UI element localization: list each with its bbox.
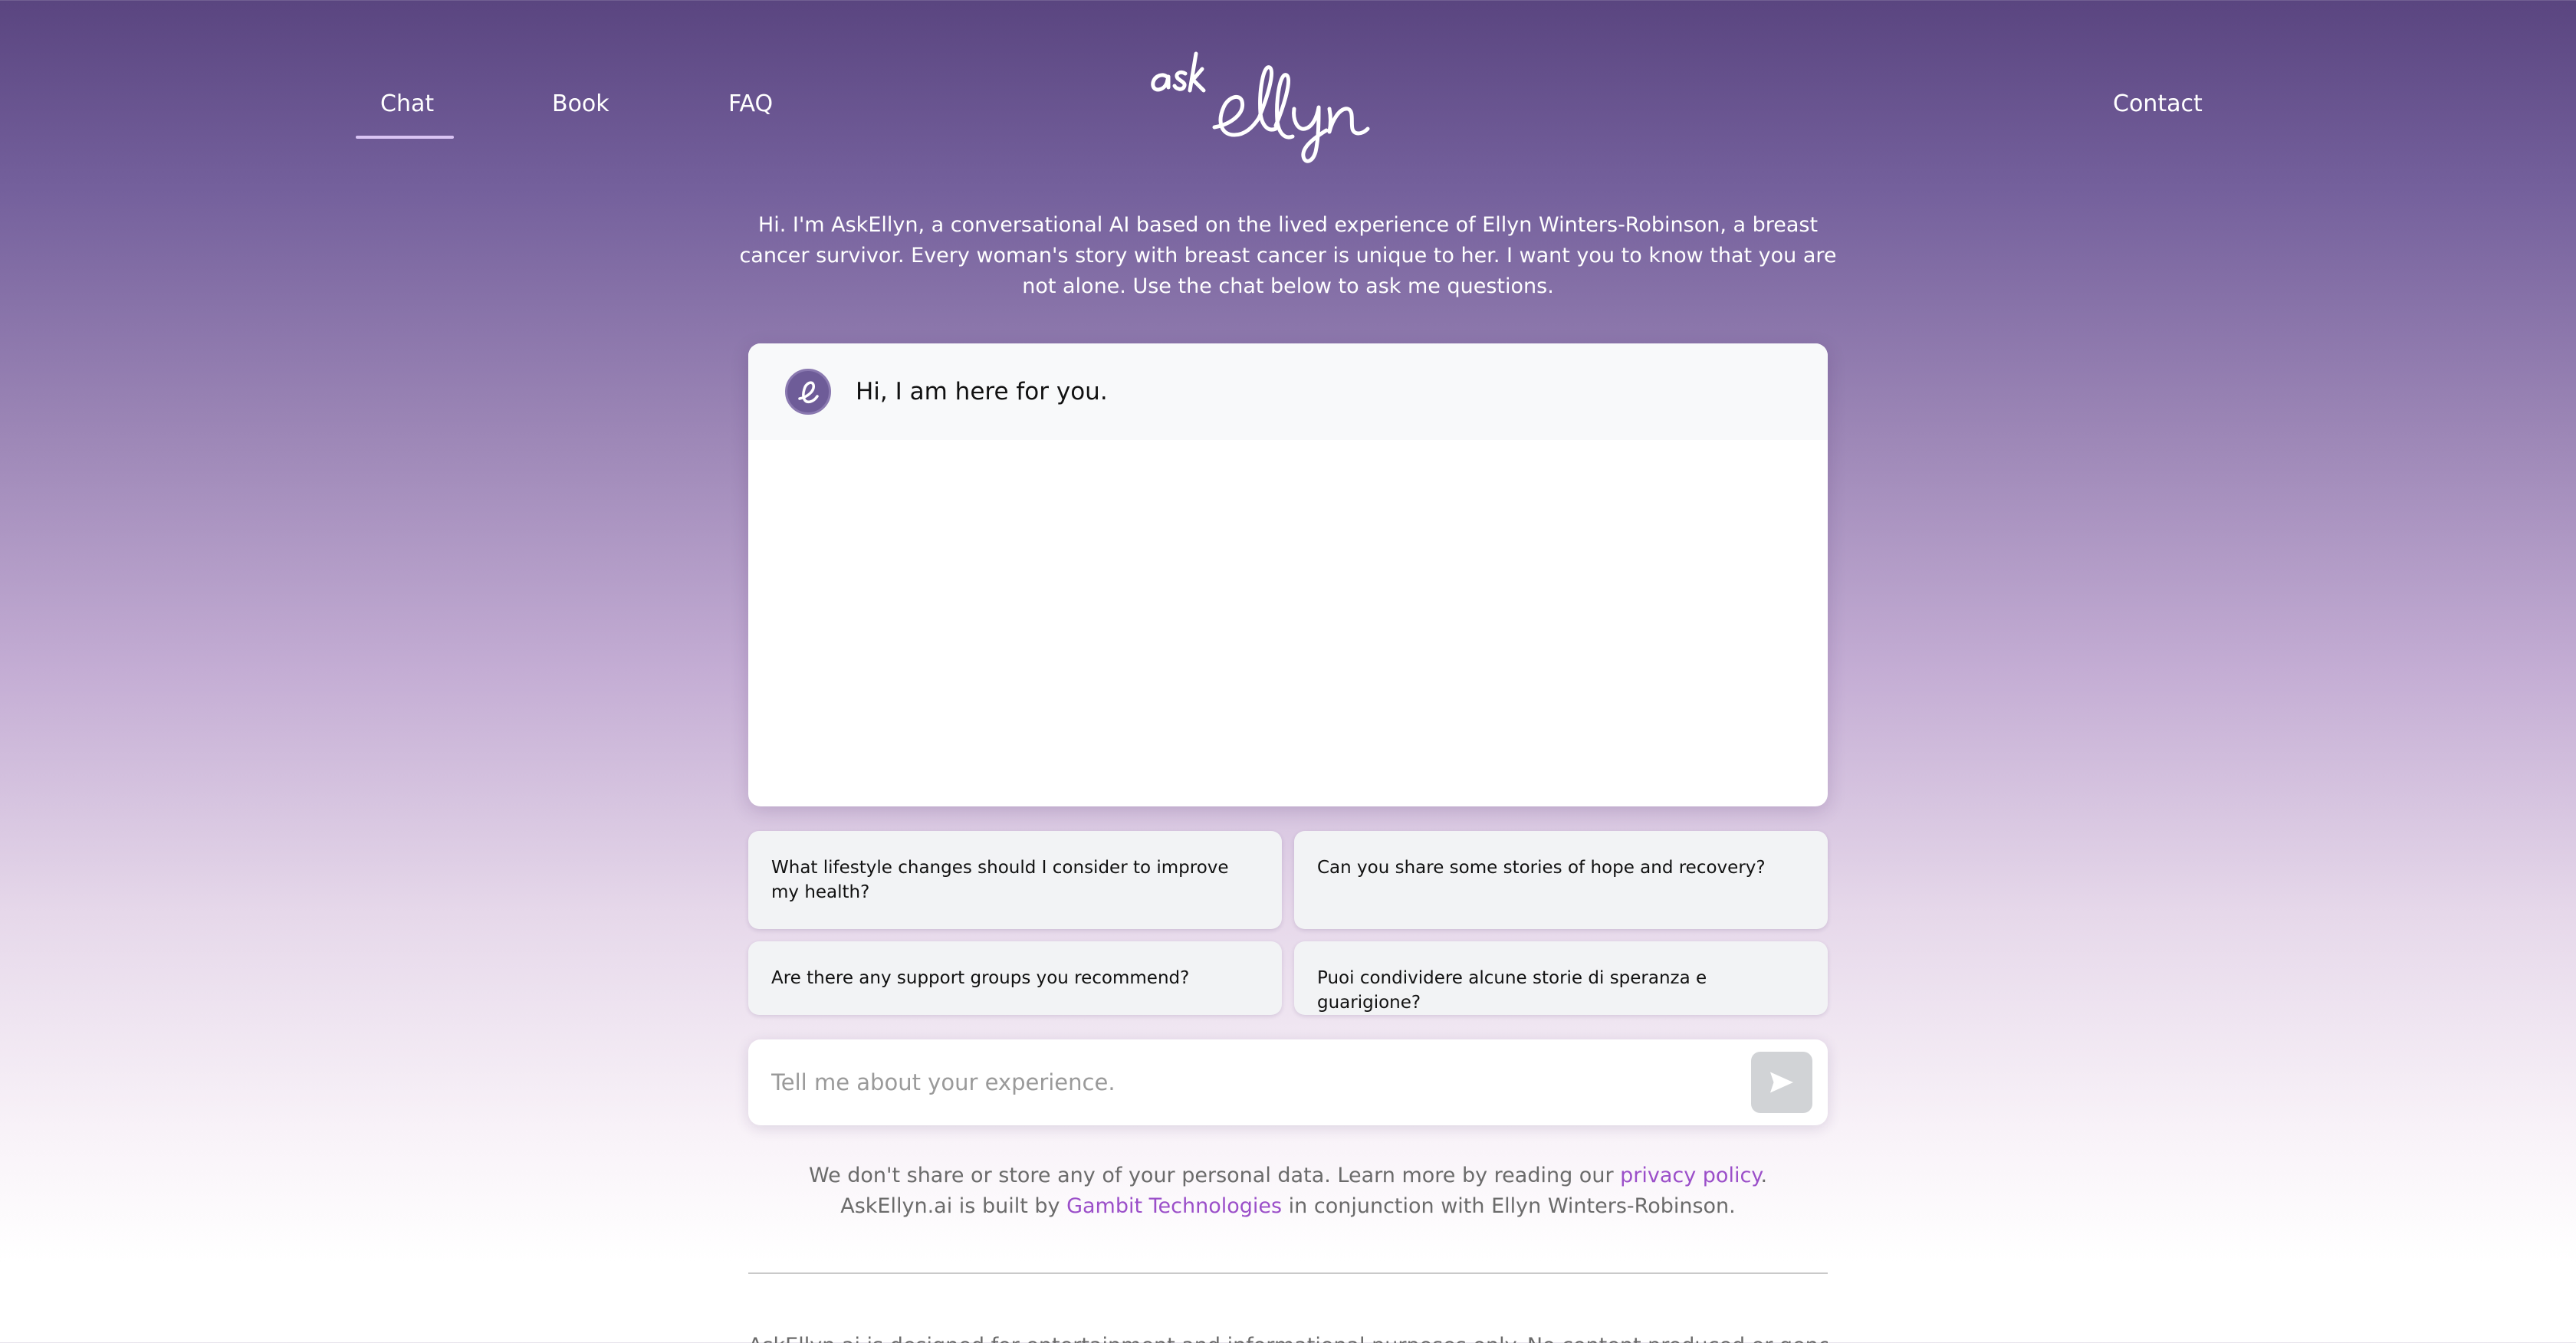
send-icon bbox=[1770, 1072, 1793, 1093]
suggestion-chip[interactable]: Are there any support groups you recomme… bbox=[748, 941, 1282, 1015]
nav-faq[interactable]: FAQ bbox=[728, 89, 773, 120]
nav-contact[interactable]: Contact bbox=[2113, 89, 2203, 120]
suggestion-chip[interactable]: Can you share some stories of hope and r… bbox=[1294, 831, 1828, 929]
nav-active-indicator bbox=[356, 136, 454, 139]
chat-input[interactable] bbox=[771, 1058, 1707, 1107]
suggestion-chip[interactable]: Puoi condividere alcune storie di speran… bbox=[1294, 941, 1828, 1015]
assistant-message-text: Hi, I am here for you. bbox=[856, 378, 1108, 406]
intro-text: Hi. I'm AskEllyn, a conversational AI ba… bbox=[739, 213, 1837, 298]
privacy-policy-link[interactable]: privacy policy bbox=[1620, 1164, 1760, 1187]
privacy-text: We don't share or store any of your pers… bbox=[808, 1164, 1621, 1187]
askellyn-logo[interactable] bbox=[1147, 43, 1426, 172]
nav-chat[interactable]: Chat bbox=[380, 89, 434, 120]
suggestion-chip[interactable]: What lifestyle changes should I consider… bbox=[748, 831, 1282, 929]
built-by-text: AskEllyn.ai is built by bbox=[840, 1194, 1067, 1218]
gambit-technologies-link[interactable]: Gambit Technologies bbox=[1066, 1194, 1282, 1218]
chat-window: Hi, I am here for you. bbox=[748, 343, 1828, 806]
built-by-suffix: in conjunction with Ellyn Winters-Robins… bbox=[1282, 1194, 1736, 1218]
chat-input-bar bbox=[748, 1039, 1828, 1125]
privacy-notice: We don't share or store any of your pers… bbox=[736, 1161, 1840, 1222]
nav-book[interactable]: Book bbox=[552, 89, 610, 120]
assistant-message: Hi, I am here for you. bbox=[748, 343, 1828, 440]
ellyn-e-avatar-icon bbox=[785, 369, 831, 415]
privacy-suffix: . bbox=[1760, 1164, 1768, 1187]
disclaimer-text: AskEllyn.ai is designed for entertainmen… bbox=[748, 1331, 1828, 1343]
send-button[interactable] bbox=[1751, 1052, 1812, 1113]
footer-divider bbox=[748, 1272, 1828, 1274]
